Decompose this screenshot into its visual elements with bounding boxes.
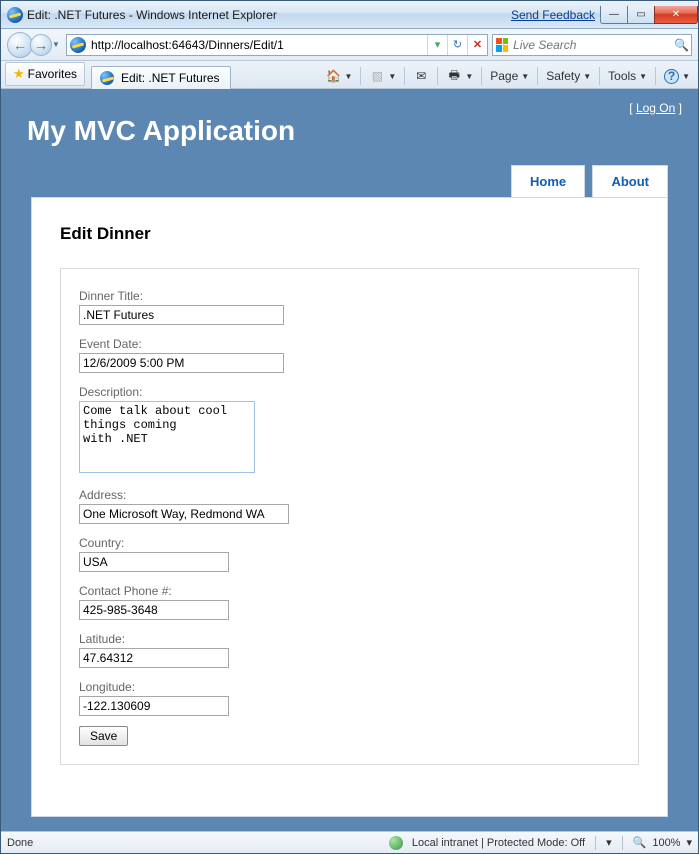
dinner-title-input[interactable] [79, 305, 284, 325]
star-icon: ★ [13, 66, 25, 82]
separator [599, 67, 600, 85]
phone-label: Contact Phone #: [79, 584, 620, 598]
favorites-label: Favorites [28, 67, 77, 81]
search-button[interactable]: 🔍 [672, 38, 691, 52]
phone-input[interactable] [79, 600, 229, 620]
tools-menu[interactable]: Tools ▼ [604, 67, 651, 85]
help-icon: ? [664, 69, 679, 84]
status-text: Done [7, 837, 33, 849]
address-input[interactable] [79, 504, 289, 524]
mail-icon: ✉ [413, 68, 429, 84]
event-date-label: Event Date: [79, 337, 620, 351]
ie-icon [7, 7, 23, 23]
window-controls: — ▭ ✕ [601, 6, 698, 24]
longitude-input[interactable] [79, 696, 229, 716]
live-search-icon [496, 38, 508, 52]
status-right: Local intranet | Protected Mode: Off ▾ 🔍… [381, 836, 692, 850]
app-nav: Home About [1, 165, 698, 198]
nav-buttons: ← → ▼ [7, 32, 62, 58]
address-label: Address: [79, 488, 620, 502]
main-panel: Edit Dinner Dinner Title: Event Date: De… [31, 197, 668, 817]
feeds-button[interactable]: ▧▼ [365, 66, 400, 86]
zoom-icon: 🔍 [633, 836, 647, 849]
event-date-input[interactable] [79, 353, 284, 373]
refresh-button[interactable]: ↻ [447, 35, 467, 55]
nav-bar: ← → ▼ ▾ ↻ ✕ 🔍 [1, 29, 698, 61]
favorites-button[interactable]: ★ Favorites [5, 62, 85, 86]
edit-form: Dinner Title: Event Date: Description: A… [60, 268, 639, 765]
zone-text: Local intranet | Protected Mode: Off [412, 837, 585, 849]
separator [404, 67, 405, 85]
separator [595, 836, 596, 850]
print-icon: 🖶 [446, 68, 462, 84]
logon-link[interactable]: Log On [636, 101, 675, 115]
longitude-label: Longitude: [79, 680, 620, 694]
country-input[interactable] [79, 552, 229, 572]
maximize-button[interactable]: ▭ [627, 6, 655, 24]
title-bar: Edit: .NET Futures - Windows Internet Ex… [1, 1, 698, 29]
url-input[interactable] [89, 38, 427, 52]
latitude-label: Latitude: [79, 632, 620, 646]
logon-area: [ Log On ] [629, 101, 682, 115]
tab-bar: ★ Favorites Edit: .NET Futures 🏠▼ ▧▼ ✉ 🖶… [1, 61, 698, 89]
search-box[interactable]: 🔍 [492, 34, 692, 56]
separator [437, 67, 438, 85]
favicon-icon [70, 37, 86, 53]
nav-home[interactable]: Home [511, 165, 585, 198]
stop-button[interactable]: ✕ [467, 35, 487, 55]
zone-icon [389, 836, 403, 850]
page-heading: Edit Dinner [60, 224, 639, 244]
protected-mode-dropdown[interactable]: ▾ [606, 836, 612, 849]
separator [537, 67, 538, 85]
separator [622, 836, 623, 850]
description-textarea[interactable] [79, 401, 255, 473]
rss-icon: ▧ [369, 68, 385, 84]
app-title: My MVC Application [1, 115, 698, 165]
home-icon: 🏠 [325, 68, 341, 84]
safety-menu[interactable]: Safety ▼ [542, 67, 595, 85]
nav-about[interactable]: About [592, 165, 668, 198]
help-button[interactable]: ?▼ [660, 67, 694, 86]
page-menu[interactable]: Page ▼ [486, 67, 533, 85]
zoom-level: 100% [652, 837, 680, 849]
nav-history-dropdown[interactable]: ▼ [52, 40, 62, 49]
status-bar: Done Local intranet | Protected Mode: Of… [1, 831, 698, 853]
search-input[interactable] [511, 37, 672, 53]
country-label: Country: [79, 536, 620, 550]
latitude-input[interactable] [79, 648, 229, 668]
tab-title: Edit: .NET Futures [121, 71, 219, 85]
read-mail-button[interactable]: ✉ [409, 66, 433, 86]
active-tab[interactable]: Edit: .NET Futures [91, 66, 230, 89]
viewport: [ Log On ] My MVC Application Home About… [1, 89, 698, 831]
address-bar[interactable]: ▾ ↻ ✕ [66, 34, 488, 56]
tab-favicon-icon [100, 71, 114, 85]
close-button[interactable]: ✕ [654, 6, 698, 24]
address-dropdown[interactable]: ▾ [427, 35, 447, 55]
separator [655, 67, 656, 85]
description-label: Description: [79, 385, 620, 399]
browser-window: Edit: .NET Futures - Windows Internet Ex… [0, 0, 699, 854]
account-bar: [ Log On ] [1, 89, 698, 121]
separator [481, 67, 482, 85]
dinner-title-label: Dinner Title: [79, 289, 620, 303]
page: [ Log On ] My MVC Application Home About… [1, 89, 698, 831]
minimize-button[interactable]: — [600, 6, 628, 24]
command-bar: 🏠▼ ▧▼ ✉ 🖶▼ Page ▼ Safety ▼ Tools ▼ ?▼ [321, 66, 694, 86]
send-feedback-link[interactable]: Send Feedback [511, 8, 595, 22]
save-button[interactable]: Save [79, 726, 128, 746]
window-title: Edit: .NET Futures - Windows Internet Ex… [27, 8, 511, 22]
home-button[interactable]: 🏠▼ [321, 66, 356, 86]
forward-button[interactable]: → [30, 34, 52, 56]
zoom-dropdown[interactable]: ▾ [686, 836, 692, 849]
separator [360, 67, 361, 85]
print-button[interactable]: 🖶▼ [442, 66, 477, 86]
